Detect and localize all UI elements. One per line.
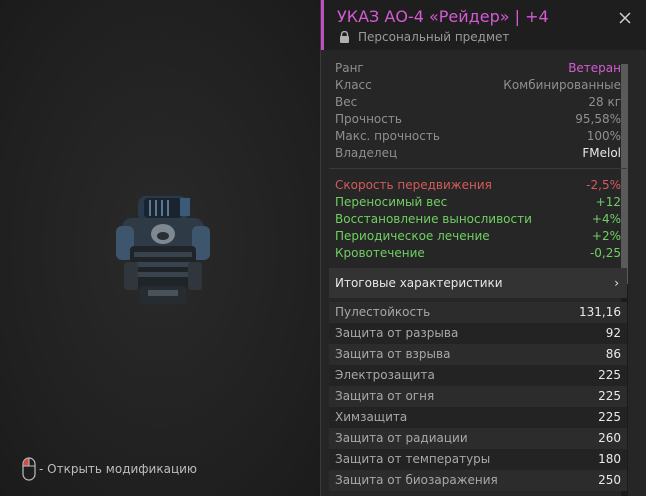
info-value: 100% [586, 129, 621, 143]
effect-label: Скорость передвижения [335, 178, 492, 192]
stat-label: Защита от разрыва [335, 326, 459, 340]
stat-row: Защита от взрыва 86 [329, 344, 627, 365]
effect-label: Переносимый вес [335, 195, 448, 209]
close-icon[interactable] [619, 12, 631, 24]
info-label: Вес [335, 95, 358, 109]
stat-value: 86 [605, 347, 621, 361]
personal-item-label: Персональный предмет [358, 30, 510, 44]
stat-label: Защита от радиации [335, 431, 468, 445]
stat-label: Защита от биозаражения [335, 473, 498, 487]
divider [329, 168, 627, 169]
info-value: FMelol [582, 146, 621, 160]
info-value: Ветеран [568, 61, 621, 75]
open-modification-hint: - Открыть модификацию [22, 457, 197, 481]
effect-row: Восстановление выносливости +4% [329, 211, 627, 228]
stat-label: Химзащита [335, 410, 408, 424]
stat-label: Защита от взрыва [335, 347, 451, 361]
stat-value: 225 [598, 410, 621, 424]
item-preview-pane: - Открыть модификацию [0, 0, 320, 496]
stat-label: Защита от температуры [335, 452, 491, 466]
stat-label: Пулестойкость [335, 305, 431, 319]
effect-row: Периодическое лечение +2% [329, 228, 627, 245]
stat-value: 131,16 [579, 305, 621, 319]
info-label: Макс. прочность [335, 129, 440, 143]
effect-label: Периодическое лечение [335, 229, 490, 243]
mouse-icon [22, 457, 36, 481]
stat-value: 180 [598, 452, 621, 466]
info-row-owner: Владелец FMelol [335, 145, 621, 162]
info-label: Прочность [335, 112, 402, 126]
stats-table: Пулестойкость 131,16 Защита от разрыва 9… [329, 302, 627, 491]
summary-stats-button[interactable]: Итоговые характеристики › [329, 268, 627, 298]
effect-row: Скорость передвижения -2,5% [329, 177, 627, 194]
stat-value: 225 [598, 389, 621, 403]
effects-block: Скорость передвижения -2,5% Переносимый … [329, 177, 627, 262]
info-row-rank: Ранг Ветеран [335, 60, 621, 77]
details-scroll-area: Ранг Ветеран Класс Комбинированные Вес 2… [329, 56, 627, 496]
effect-value: +2% [591, 229, 621, 243]
stat-row: Пулестойкость 131,16 [329, 302, 627, 323]
stat-value: 225 [598, 368, 621, 382]
lock-icon [340, 31, 349, 43]
chevron-right-icon: › [614, 276, 619, 290]
stat-row: Защита от огня 225 [329, 386, 627, 407]
armor-image [116, 196, 210, 304]
info-row-durability: Прочность 95,58% [335, 111, 621, 128]
stat-value: 250 [598, 473, 621, 487]
effect-value: +4% [591, 212, 621, 226]
stat-row: Защита от разрыва 92 [329, 323, 627, 344]
info-value: Комбинированные [503, 78, 621, 92]
info-label: Владелец [335, 146, 398, 160]
effect-label: Восстановление выносливости [335, 212, 532, 226]
info-block: Ранг Ветеран Класс Комбинированные Вес 2… [329, 56, 627, 162]
item-header: УКАЗ АО-4 «Рейдер» | +4 Персональный пре… [321, 0, 646, 50]
summary-label: Итоговые характеристики [335, 276, 503, 290]
effect-row: Переносимый вес +12 [329, 194, 627, 211]
effect-label: Кровотечение [335, 246, 425, 260]
stat-label: Защита от огня [335, 389, 435, 403]
info-value: 95,58% [575, 112, 621, 126]
stat-row: Защита от температуры 180 [329, 449, 627, 470]
stat-value: 260 [598, 431, 621, 445]
info-row-class: Класс Комбинированные [335, 77, 621, 94]
effect-value: -0,25 [589, 246, 621, 260]
stat-label: Электрозащита [335, 368, 435, 382]
stat-row: Защита от биозаражения 250 [329, 470, 627, 491]
effect-value: +12 [595, 195, 621, 209]
item-title: УКАЗ АО-4 «Рейдер» | +4 [337, 7, 549, 26]
info-value: 28 кг [588, 95, 621, 109]
effect-row: Кровотечение -0,25 [329, 245, 627, 262]
info-row-max-durability: Макс. прочность 100% [335, 128, 621, 145]
item-details-panel: УКАЗ АО-4 «Рейдер» | +4 Персональный пре… [320, 0, 646, 496]
info-row-weight: Вес 28 кг [335, 94, 621, 111]
stat-row: Химзащита 225 [329, 407, 627, 428]
info-label: Ранг [335, 61, 364, 75]
stat-row: Электрозащита 225 [329, 365, 627, 386]
item-name: УКАЗ АО-4 «Рейдер» [337, 7, 510, 26]
stat-value: 92 [605, 326, 621, 340]
upgrade-level: | +4 [514, 7, 549, 26]
info-label: Класс [335, 78, 372, 92]
effect-value: -2,5% [586, 178, 621, 192]
item-subtitle: Персональный предмет [339, 30, 509, 44]
hint-text: - Открыть модификацию [39, 462, 198, 476]
stat-row: Защита от радиации 260 [329, 428, 627, 449]
